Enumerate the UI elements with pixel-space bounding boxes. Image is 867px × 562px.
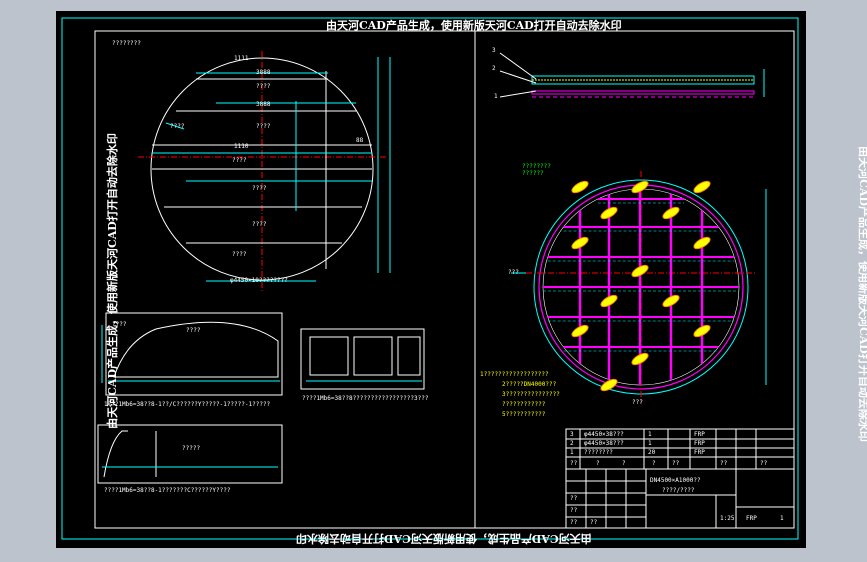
side-note: ??? [508, 269, 519, 276]
tech-note-5: 5??????????? [502, 411, 546, 418]
drawing-number: DN4500×A1000?? [650, 477, 701, 484]
detail3-label: ????? [182, 445, 201, 452]
bottom-label: ??? [632, 399, 643, 406]
bom-row-3-name: φ4450×38??? [584, 431, 624, 438]
bom-header-a: ? [596, 460, 600, 467]
right-side-view[interactable] [499, 52, 765, 98]
watermark-right: 由天河CAD产品生成，使用新版天河CAD打开自动去除水印 [856, 146, 867, 442]
bom-row-3-mat: FRP [694, 431, 705, 438]
bom-row-3-no: 3 [570, 431, 574, 438]
bom-row-1-mat: FRP [694, 449, 705, 456]
part-label: ???? [170, 123, 185, 130]
part-label: ???? [232, 251, 247, 258]
scale: 1:25 [720, 515, 735, 522]
tech-note-2: 2?????DN4000??? [502, 381, 557, 388]
sign-row: ?? [570, 507, 578, 514]
dim-label: 1111 [234, 55, 249, 62]
left-view-title: ???????? [112, 40, 141, 47]
bom-row-2-no: 2 [570, 440, 574, 447]
bom-header-f: ?? [760, 460, 768, 467]
detail1-label-b: ???? [186, 327, 201, 334]
bom-row-1-no: 1 [570, 449, 574, 456]
watermark-bottom: 由天河CAD产品生成，使用新版天河CAD打开自动去除水印 [296, 532, 592, 545]
right-grid-plate[interactable] [511, 171, 767, 403]
detail3-caption: ????1Mb6=38??8-1???????C??????Y???? [104, 487, 231, 494]
sign-row: ?? [570, 495, 578, 502]
part-label: ???? [232, 157, 247, 164]
bom-row-1-qty: 20 [648, 449, 656, 456]
part-label: ???? [256, 83, 271, 90]
balloon-3[interactable]: 3 [492, 47, 496, 54]
bom-header-c: ? [652, 460, 656, 467]
tech-note-3: 3??????????????? [502, 391, 560, 398]
left-view-caption: φ4450×10???????? [230, 277, 288, 284]
dim-label: 3888 [256, 101, 271, 108]
bom-row-2-mat: FRP [694, 440, 705, 447]
detail1-label-a: ???? [112, 321, 127, 328]
dim-label: 3888 [256, 69, 271, 76]
bom-row-2-qty: 1 [648, 440, 652, 447]
balloon-2[interactable]: 2 [492, 65, 496, 72]
tech-note-1: 1?????????????????? [480, 371, 549, 378]
detail1-caption: 1???1Mb6=38??8-1??/C??????Y?????-1?????-… [104, 401, 271, 408]
detail-1[interactable] [101, 312, 283, 396]
detail2-caption: ????1Mb6=38??8?????????????????3??? [302, 395, 429, 402]
clamp-mark [571, 180, 589, 194]
bom-row-2-name: φ4450×38??? [584, 440, 624, 447]
clamp-mark [693, 180, 711, 194]
sheet-number: 1 [780, 515, 784, 522]
bom-header-d: ?? [672, 460, 680, 467]
dim-label: 88 [356, 137, 364, 144]
balloon-1[interactable]: 1 [494, 93, 498, 100]
part-label: ???? [252, 185, 267, 192]
detail-3[interactable] [97, 424, 283, 484]
tech-note-4: ???????????? [502, 401, 546, 408]
sign-row: ?? [570, 519, 578, 526]
outer-frame [61, 17, 799, 540]
green-note: ???????? ?????? [522, 163, 551, 177]
part-label: ???? [252, 221, 267, 228]
title-material: FRP [746, 515, 757, 522]
bom-header-b: ? [622, 460, 626, 467]
bom-header-no: ?? [570, 460, 578, 467]
bom-row-3-qty: 1 [648, 431, 652, 438]
detail-2[interactable] [300, 328, 425, 390]
watermark-left: 由天河CAD产品生成，使用新版天河CAD打开自动去除水印 [105, 133, 119, 429]
drawing-sheet: 由天河CAD产品生成，使用新版天河CAD打开自动去除水印 由天河CAD产品生成，… [56, 11, 867, 548]
watermark-top: 由天河CAD产品生成，使用新版天河CAD打开自动去除水印 [326, 19, 622, 32]
inner-frame [94, 30, 795, 529]
sign-row: ?? [590, 519, 598, 526]
part-label: ???? [256, 123, 271, 130]
dim-label: 1110 [234, 143, 249, 150]
cad-drawing-canvas[interactable] [56, 11, 806, 548]
bom-header-e: ?? [720, 460, 728, 467]
drawing-name: ????/???? [662, 487, 695, 494]
bom-row-1-name: ???????? [584, 449, 613, 456]
